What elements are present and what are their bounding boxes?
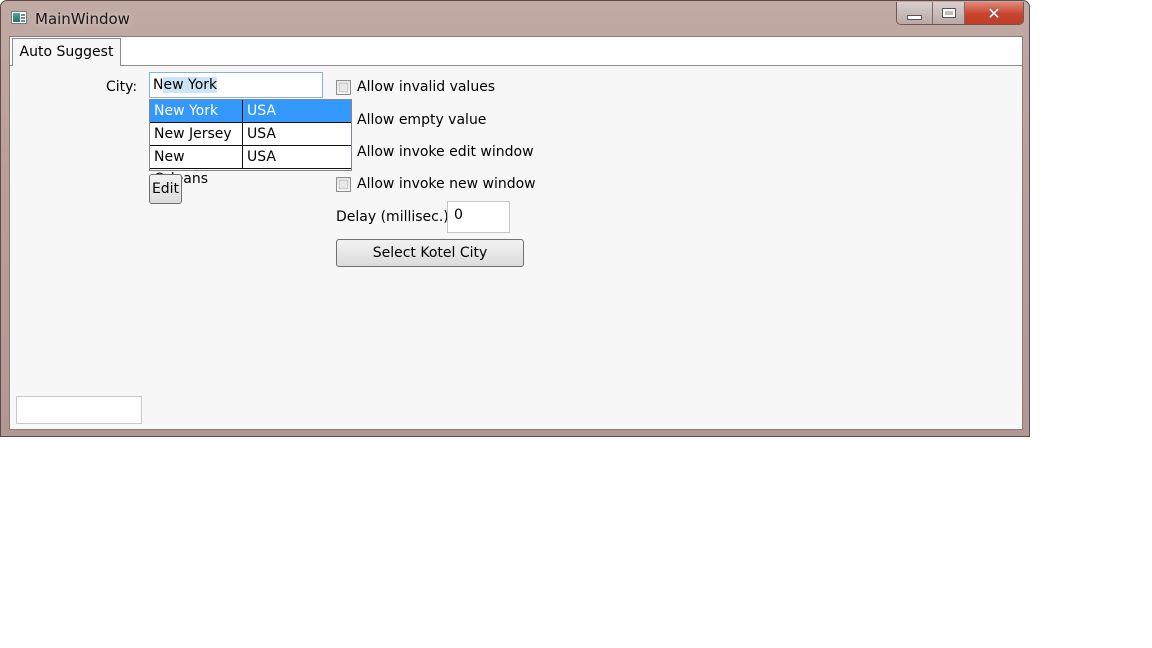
city-label: City: xyxy=(106,79,138,95)
bottom-text-input[interactable] xyxy=(16,396,142,424)
delay-input[interactable]: 0 xyxy=(447,201,510,233)
suggestion-row[interactable]: New York USA xyxy=(150,100,351,123)
suggestion-row[interactable]: New Jersey USA xyxy=(150,123,351,146)
tab-strip: Auto Suggest xyxy=(10,37,1022,66)
close-button[interactable]: ✕ xyxy=(965,2,1023,24)
city-input-selected-text: ew York xyxy=(163,77,218,93)
allow-invoke-edit-window-label: Allow invoke edit window xyxy=(357,144,534,160)
minimize-icon xyxy=(907,15,922,20)
maximize-button[interactable] xyxy=(933,2,965,24)
maximize-icon xyxy=(941,8,956,18)
allow-invalid-values-checkbox[interactable] xyxy=(336,80,351,95)
main-window: MainWindow ✕ Auto Suggest City: New York… xyxy=(0,0,1030,437)
edit-button[interactable]: Edit xyxy=(149,174,182,204)
suggestion-country: USA xyxy=(247,149,276,165)
app-icon xyxy=(11,11,27,24)
allow-invalid-values-label: Allow invalid values xyxy=(357,79,496,95)
suggestion-row[interactable]: New Orleans USA xyxy=(150,146,351,187)
allow-invoke-new-window-label: Allow invoke new window xyxy=(357,176,536,192)
window-title: MainWindow xyxy=(35,10,130,28)
suggestion-city: New Orleans xyxy=(150,146,243,187)
select-kotel-city-button[interactable]: Select Kotel City xyxy=(336,239,524,267)
suggestion-city: New Jersey xyxy=(150,123,243,145)
suggestion-city: New York xyxy=(150,100,243,122)
allow-invoke-new-window-checkbox[interactable] xyxy=(336,177,351,192)
allow-empty-value-label: Allow empty value xyxy=(357,112,487,128)
minimize-button[interactable] xyxy=(897,2,933,24)
suggestion-dropdown: New York USA New Jersey USA New Orleans … xyxy=(149,99,352,187)
suggestion-country: USA xyxy=(247,103,276,119)
suggestion-country: USA xyxy=(247,126,276,142)
tab-auto-suggest[interactable]: Auto Suggest xyxy=(12,38,121,66)
client-area: Auto Suggest City: New York New York USA… xyxy=(9,36,1023,430)
caption-buttons: ✕ xyxy=(896,2,1024,25)
close-icon: ✕ xyxy=(987,3,1001,23)
delay-label: Delay (millisec.): xyxy=(336,209,454,225)
city-input-text: N xyxy=(153,77,164,93)
city-input[interactable]: New York xyxy=(149,72,323,98)
title-bar[interactable]: MainWindow ✕ xyxy=(1,1,1029,35)
